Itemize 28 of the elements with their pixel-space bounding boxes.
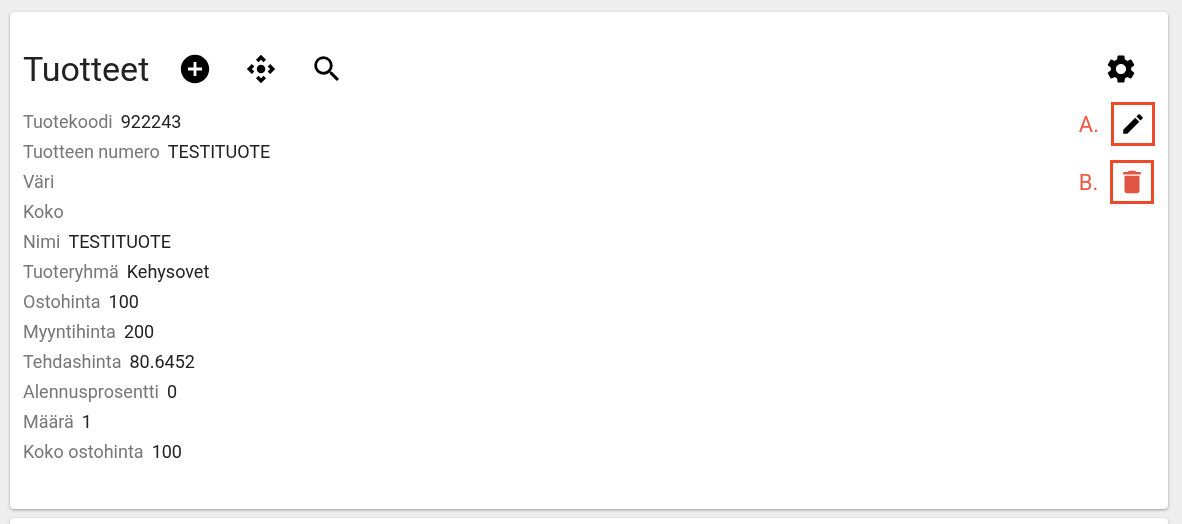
edit-button[interactable] <box>1111 102 1155 146</box>
field-label: Nimi <box>23 229 61 254</box>
field-value: 100 <box>151 439 182 464</box>
field-value: 922243 <box>120 109 182 134</box>
field-label: Myyntihinta <box>23 319 116 344</box>
callout-label: A. <box>1078 110 1099 139</box>
field-value: 0 <box>167 379 178 404</box>
field-value: 80.6452 <box>129 349 195 374</box>
field-value: TESTITUOTE <box>167 139 271 164</box>
pencil-icon <box>1120 111 1146 137</box>
field-label: Koko <box>23 199 64 224</box>
field-label: Tehdashinta <box>23 349 122 374</box>
field-label: Alennusprosentti <box>23 379 159 404</box>
field-label: Tuotteen numero <box>23 139 160 164</box>
field-label: Määrä <box>23 409 74 434</box>
field-value: 100 <box>108 289 139 314</box>
delete-button[interactable] <box>1110 160 1155 204</box>
field-label: Koko ostohinta <box>23 439 144 464</box>
card-title: Tuotteet <box>23 52 150 86</box>
callout-label: B. <box>1078 168 1099 197</box>
field-value: TESTITUOTE <box>68 229 171 254</box>
field-value: 200 <box>123 319 155 344</box>
field-label: Väri <box>23 169 55 194</box>
field-label: Ostohinta <box>23 289 101 314</box>
field-value: Kehysovet <box>126 259 210 284</box>
field-value: 1 <box>81 409 92 434</box>
field-label: Tuoteryhmä <box>23 259 119 284</box>
field-label: Tuotekoodi <box>23 109 113 134</box>
